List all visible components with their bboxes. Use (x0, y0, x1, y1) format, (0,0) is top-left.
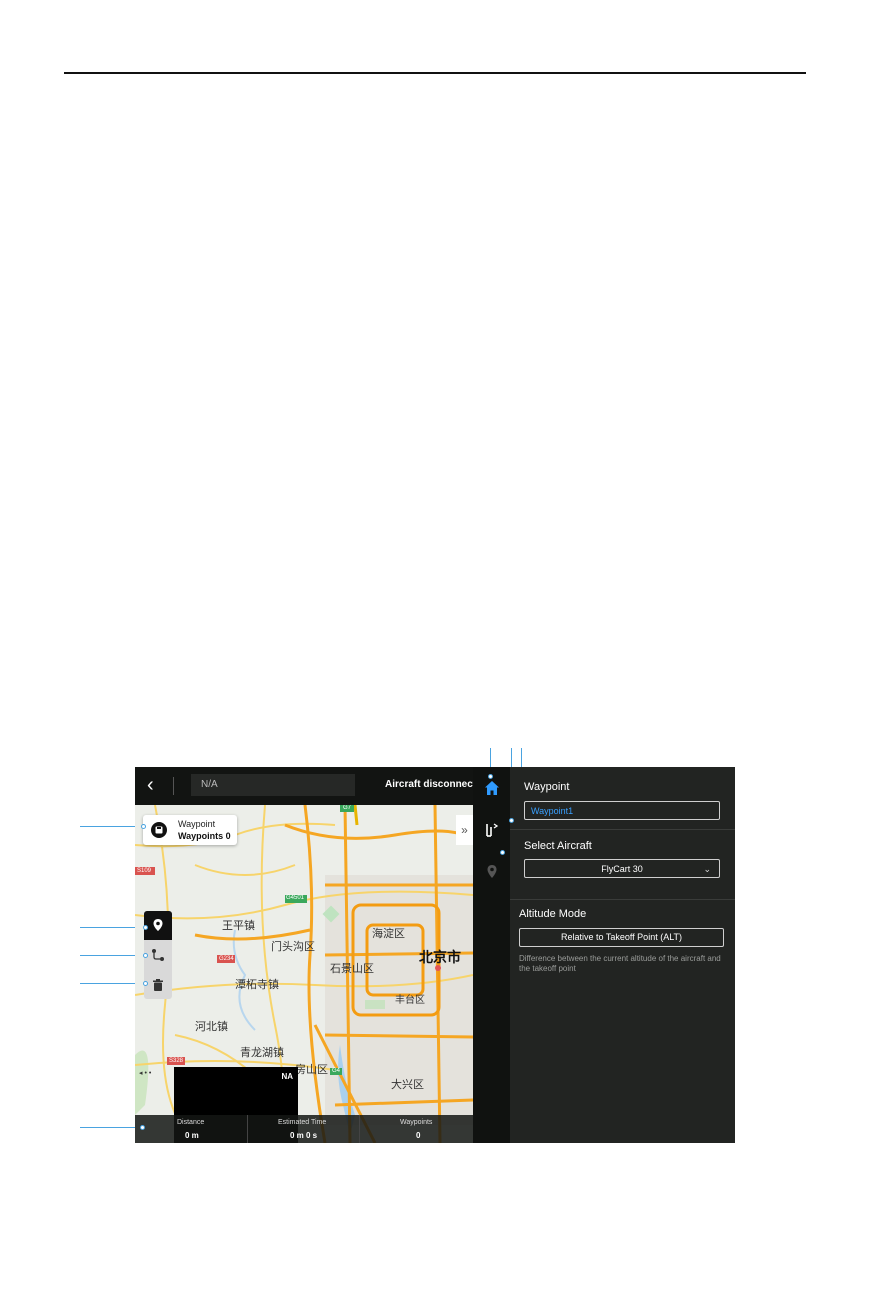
add-waypoint-tool[interactable] (144, 911, 172, 940)
stat-label: Waypoints (400, 1119, 433, 1126)
stat-value: 0 (416, 1131, 421, 1140)
delete-tool[interactable] (144, 971, 172, 999)
waypoint-save-card[interactable]: Waypoint Waypoints 0 (143, 815, 237, 845)
map-label: S109 (137, 868, 152, 874)
map-label: S328 (169, 1058, 184, 1064)
panel-divider (510, 899, 735, 900)
waypoint-name-input[interactable]: Waypoint1 (524, 801, 720, 820)
aircraft-select[interactable]: FlyCart 30 ⌄ (524, 859, 720, 878)
map-label: G4501 (286, 895, 305, 901)
expand-panel-button[interactable]: » (456, 815, 473, 845)
callout-line-1 (80, 826, 143, 827)
chevron-down-icon: ⌄ (703, 864, 711, 874)
map-label: G4 (332, 1068, 341, 1074)
page-top-rule (64, 72, 806, 74)
altitude-mode-description: Difference between the current altitude … (519, 954, 721, 973)
map-attribution: ◂ • • (139, 1070, 152, 1077)
location-pin-icon (153, 919, 163, 931)
callout-dot (141, 824, 146, 829)
stat-estimated-time: Estimated Time 0 m 0 s (247, 1115, 360, 1143)
route-icon (152, 949, 164, 961)
settings-panel: Waypoint Waypoint1 Select Aircraft FlyCa… (510, 767, 735, 1143)
altitude-mode-button[interactable]: Relative to Takeoff Point (ALT) (519, 928, 724, 947)
map-label: 房山区 (295, 1064, 328, 1076)
map-label: 门头沟区 (271, 941, 315, 953)
mission-stats-bar: Distance 0 m Estimated Time 0 m 0 s Wayp… (135, 1115, 473, 1143)
stat-label: Estimated Time (278, 1119, 327, 1126)
stat-waypoints: Waypoints 0 (359, 1115, 474, 1143)
minimap-label: NA (281, 1072, 293, 1081)
flight-route-icon[interactable] (483, 821, 501, 839)
map-label: 潭柘寺镇 (235, 979, 279, 991)
map-label: 青龙湖镇 (240, 1047, 284, 1059)
callout-dot (140, 1125, 145, 1130)
aircraft-select-value: FlyCart 30 (601, 864, 643, 874)
altitude-section-title: Altitude Mode (519, 908, 587, 920)
map-tool-group (144, 911, 172, 999)
callout-line-5 (80, 1127, 142, 1128)
home-icon[interactable] (483, 779, 501, 797)
stat-label: Distance (177, 1119, 205, 1126)
map-label: G7 (343, 805, 352, 811)
callout-dot (488, 774, 493, 779)
waypoint-section-title: Waypoint (524, 781, 570, 793)
map-label: 海淀区 (372, 928, 405, 940)
waypoint-count: Waypoints 0 (178, 831, 231, 841)
route-settings-tool[interactable] (144, 941, 172, 970)
callout-dot (500, 850, 505, 855)
waypoint-pin-icon[interactable] (483, 863, 501, 881)
save-icon (151, 822, 167, 838)
stat-distance: Distance 0 m (135, 1115, 247, 1143)
aircraft-section-title: Select Aircraft (524, 840, 592, 852)
map-label: 石景山区 (330, 963, 374, 975)
top-bar: ‹ N/A Aircraft disconnected (135, 767, 488, 805)
waypoint-card-title: Waypoint (178, 819, 216, 829)
callout-dot (143, 953, 148, 958)
stat-value: 0 m 0 s (290, 1131, 318, 1140)
app-screenshot: 王平镇 门头沟区 海淀区 北京市 石景山区 潭柘寺镇 丰台区 河北镇 青龙湖镇 … (135, 767, 735, 1143)
callout-dot (143, 981, 148, 986)
callout-dot (509, 818, 514, 823)
mission-name-field[interactable]: N/A (191, 774, 355, 796)
trash-icon (153, 979, 163, 991)
map-label: 大兴区 (391, 1079, 424, 1091)
map-label: 河北镇 (195, 1021, 228, 1033)
map-label: G234 (219, 956, 234, 962)
side-nav (473, 767, 510, 1143)
map-label: 北京市 (419, 949, 461, 965)
callout-dot (143, 925, 148, 930)
back-button[interactable]: ‹ (147, 775, 154, 795)
map-label: 王平镇 (222, 920, 255, 932)
map-label: 丰台区 (395, 995, 425, 1006)
panel-divider (510, 829, 735, 830)
topbar-divider (173, 777, 174, 795)
stat-value: 0 m (185, 1131, 199, 1140)
